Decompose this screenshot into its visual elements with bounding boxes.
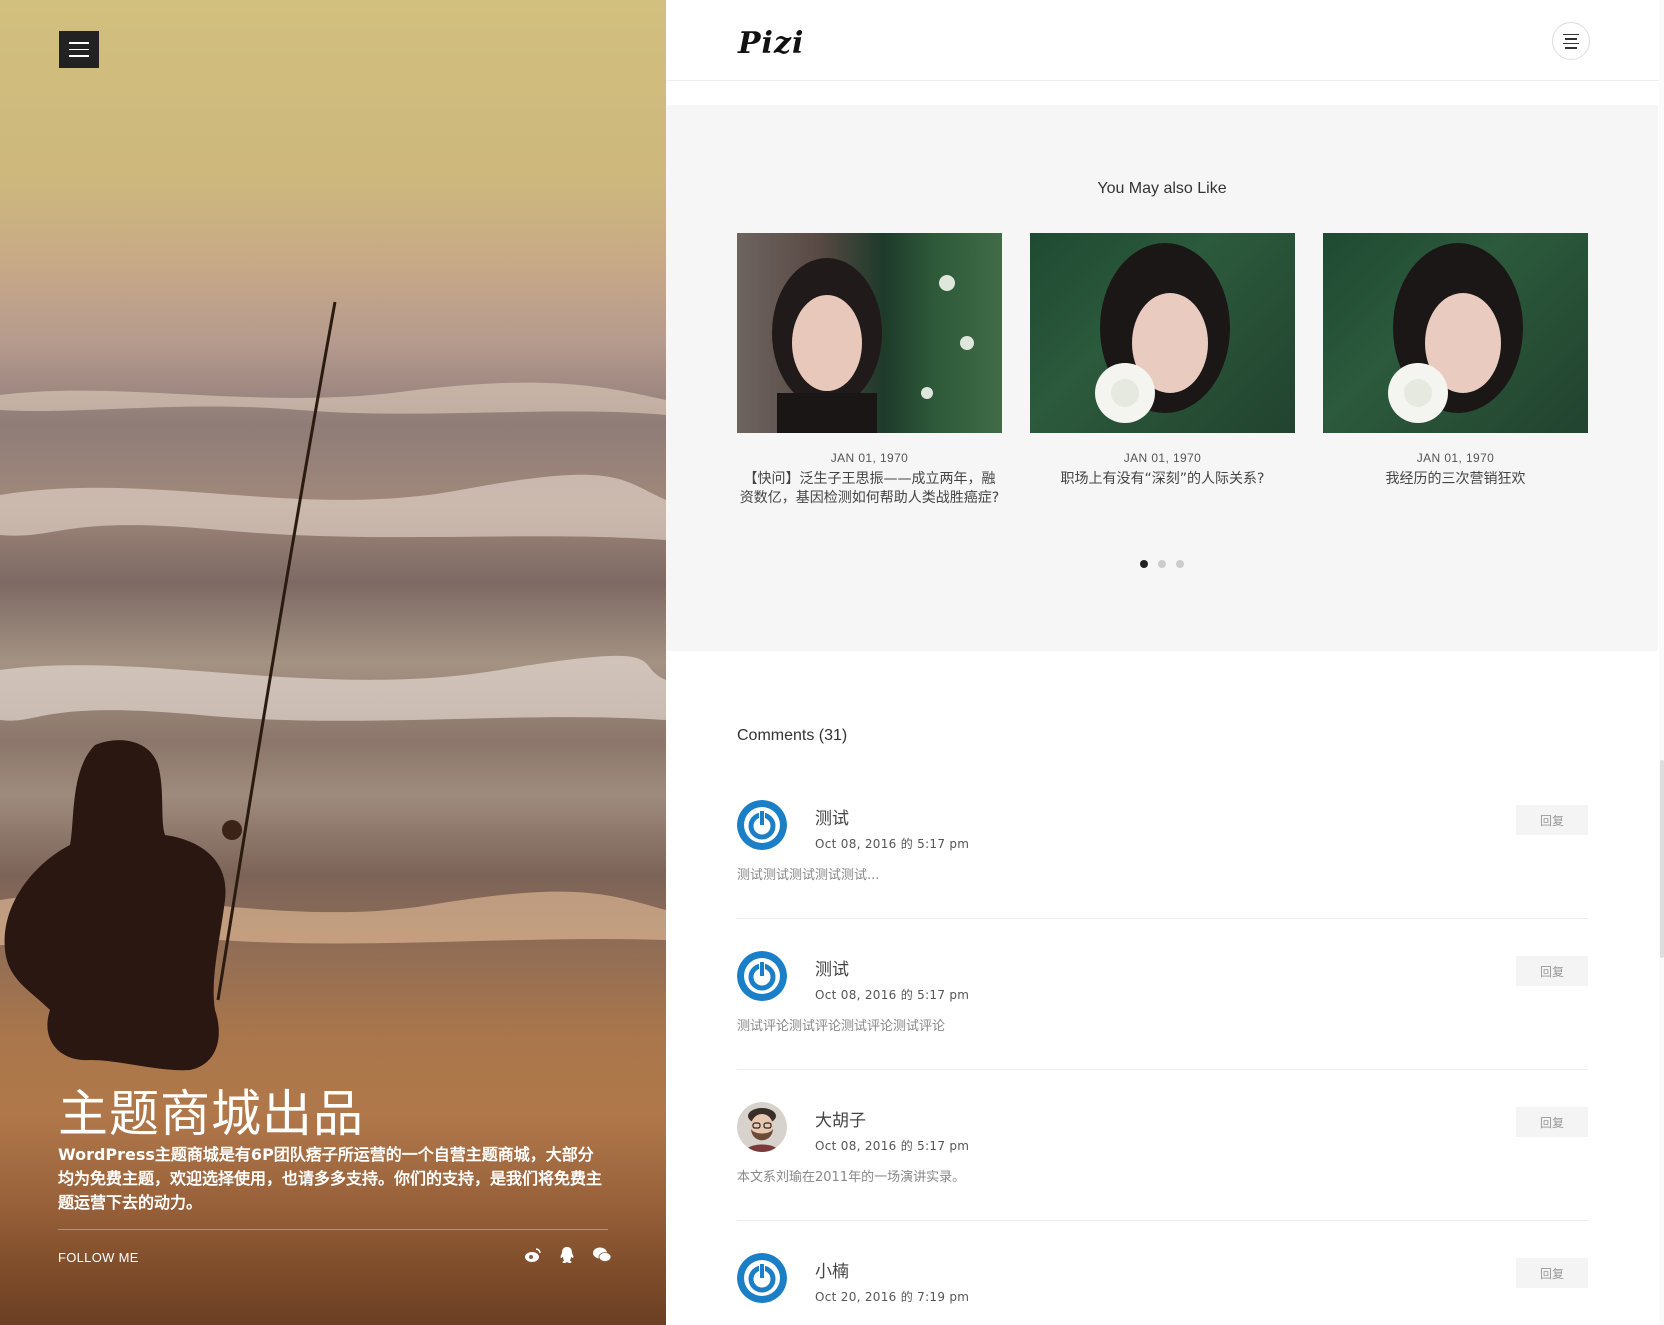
related-date: JAN 01, 1970 [1416,451,1495,465]
comment-author: 小楠 [815,1262,849,1282]
related-post-title[interactable]: 【快问】泛生子王思振——成立两年，融资数亿，基因检测如何帮助人类战胜癌症? [737,470,1002,508]
qq-icon[interactable] [558,1246,576,1264]
related-card[interactable]: JAN 01, 1970 职场上有没有“深刻”的人际关系? [1030,233,1295,489]
related-date: JAN 01, 1970 [1123,451,1202,465]
comment-author: 大胡子 [815,1111,866,1131]
power-avatar-icon [737,1253,787,1303]
power-avatar-icon [737,800,787,850]
comment-author: 测试 [815,960,849,980]
comment-date: Oct 08, 2016 的 5:17 pm [815,988,970,1002]
comment-item: 测试 Oct 08, 2016 的 5:17 pm 测试测试测试测试测试... … [737,768,1588,919]
site-logo[interactable]: Pizi [738,26,804,61]
wechat-icon[interactable] [592,1246,612,1264]
menu-lines-icon [1563,33,1579,35]
comment-date: Oct 08, 2016 的 5:17 pm [815,837,970,851]
carousel-pager [666,560,1658,568]
hamburger-icon [69,42,89,44]
social-icons [524,1246,612,1264]
pager-dot-1[interactable] [1140,560,1148,568]
header-menu-button[interactable] [1552,22,1590,60]
related-card[interactable]: JAN 01, 1970 我经历的三次营销狂欢 [1323,233,1588,489]
related-card[interactable]: JAN 01, 1970 【快问】泛生子王思振——成立两年，融资数亿，基因检测如… [737,233,1002,508]
main-content: Pizi You May also Like JAN 01, 1970 【快问】… [666,0,1664,1325]
comment-item: 大胡子 Oct 08, 2016 的 5:17 pm 本文系刘瑜在2011年的一… [737,1070,1588,1221]
related-title: You May also Like [1097,180,1227,197]
comment-date: Oct 20, 2016 的 7:19 pm [815,1290,970,1304]
comment-author: 测试 [815,809,849,829]
related-thumbnail[interactable] [1030,233,1295,433]
reply-button[interactable]: 回复 [1516,1107,1588,1137]
hero-menu-button[interactable] [59,31,99,68]
related-post-title[interactable]: 职场上有没有“深刻”的人际关系? [1030,470,1295,489]
site-header: Pizi [666,0,1664,81]
comment-text: 测试评论测试评论测试评论测试评论 [737,1019,946,1034]
comment-text: 本文系刘瑜在2011年的一场演讲实录。 [737,1170,966,1185]
comment-item: 小楠 Oct 20, 2016 的 7:19 pm 回复 [737,1221,1588,1325]
comment-item: 测试 Oct 08, 2016 的 5:17 pm 测试评论测试评论测试评论测试… [737,919,1588,1070]
comment-text: 测试测试测试测试测试... [737,868,880,883]
pager-dot-2[interactable] [1158,560,1166,568]
hero-panel: 主题商城出品 WordPress主题商城是有6P团队痞子所运营的一个自营主题商城… [0,0,666,1325]
follow-me-label: FOLLOW ME [58,1250,139,1265]
comment-date: Oct 08, 2016 的 5:17 pm [815,1139,970,1153]
reply-button[interactable]: 回复 [1516,956,1588,986]
power-avatar-icon [737,951,787,1001]
related-posts: You May also Like JAN 01, 1970 【快问】泛生子王思… [666,105,1658,651]
scrollbar[interactable] [1659,0,1664,1325]
pager-dot-3[interactable] [1176,560,1184,568]
comments-title: Comments (31) [737,727,848,744]
related-thumbnail[interactable] [1323,233,1588,433]
related-date: JAN 01, 1970 [830,451,909,465]
hero-title: 主题商城出品 [58,1085,364,1143]
weibo-icon[interactable] [524,1246,542,1264]
reply-button[interactable]: 回复 [1516,1258,1588,1288]
related-post-title[interactable]: 我经历的三次营销狂欢 [1323,470,1588,489]
related-thumbnail[interactable] [737,233,1002,433]
hero-description: WordPress主题商城是有6P团队痞子所运营的一个自营主题商城，大部分均为免… [58,1145,603,1212]
reply-button[interactable]: 回复 [1516,805,1588,835]
scrollbar-thumb[interactable] [1660,760,1664,958]
hero-divider [58,1229,608,1230]
bearded-man-avatar [737,1102,787,1152]
